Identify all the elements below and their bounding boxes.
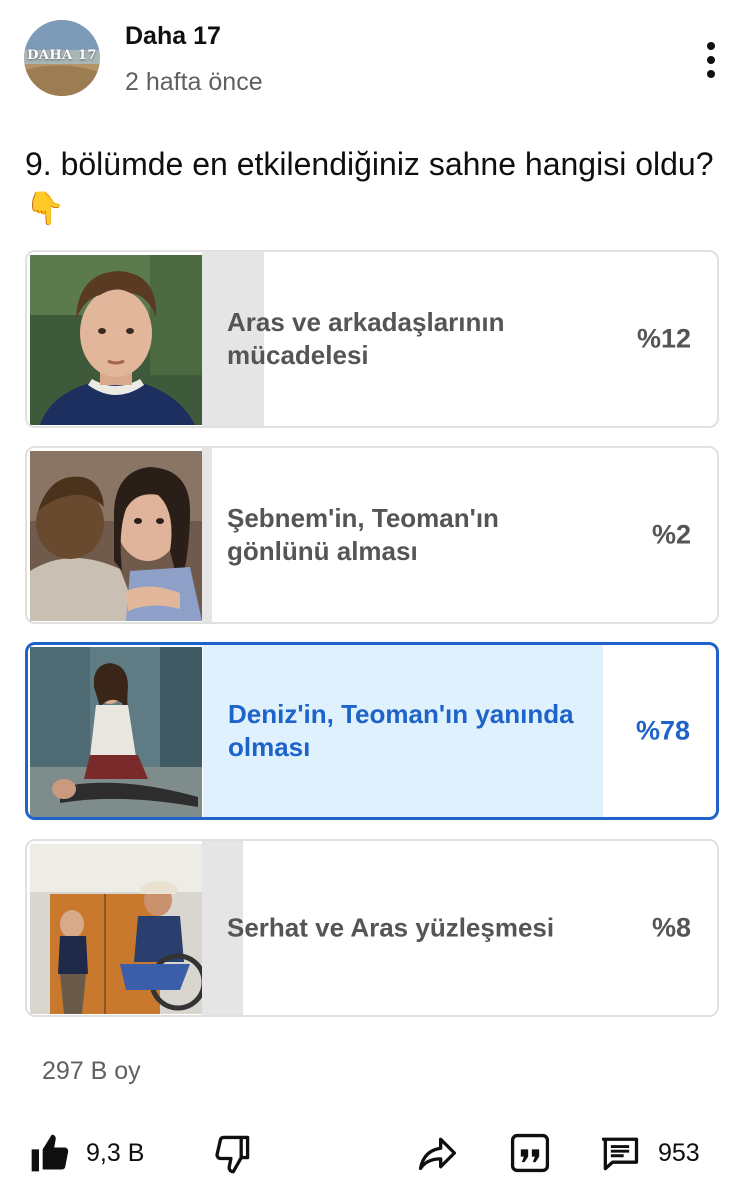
- poll-option[interactable]: Şebnem'in, Teoman'ın gönlünü alması %2: [25, 446, 719, 624]
- poll-option-image: [30, 844, 202, 1014]
- share-button[interactable]: [414, 1125, 460, 1181]
- avatar-logo-text: DAHA 17: [27, 48, 97, 63]
- dislike-button[interactable]: [210, 1125, 254, 1181]
- share-icon: [418, 1137, 457, 1171]
- poll-option-label: Şebnem'in, Teoman'ın gönlünü alması: [227, 503, 499, 566]
- comment-icon: [601, 1137, 639, 1171]
- quote-button[interactable]: [508, 1125, 552, 1181]
- poll-option-label: Aras ve arkadaşlarının mücadelesi: [227, 307, 505, 370]
- poll-option-bar: [202, 448, 212, 622]
- channel-avatar[interactable]: DAHA 17: [24, 20, 100, 96]
- post-header: DAHA 17 Daha 17 2 hafta önce: [0, 0, 745, 110]
- poll-option-label: Deniz'in, Teoman'ın yanında olması: [228, 699, 574, 762]
- thumb-down-icon: [215, 1135, 250, 1174]
- poll-option-percent: %8: [651, 912, 691, 943]
- poll-option-image: [30, 255, 202, 425]
- quote-icon: [510, 1133, 550, 1173]
- poll-option-percent: %78: [635, 715, 690, 746]
- poll-question: 9. bölümde en etkilendiğiniz sahne hangi…: [25, 146, 714, 226]
- like-button[interactable]: 9,3 B: [28, 1125, 144, 1181]
- action-bar: 9,3 B 953: [0, 1125, 745, 1185]
- poll-option-label: Serhat ve Aras yüzleşmesi: [227, 912, 555, 943]
- comment-button[interactable]: 953: [596, 1125, 700, 1181]
- poll-option-percent: %12: [636, 323, 691, 354]
- poll-option[interactable]: Serhat ve Aras yüzleşmesi %8: [25, 839, 719, 1017]
- poll-option-image: [30, 451, 202, 621]
- post-time: 2 hafta önce: [125, 68, 263, 96]
- comment-count: 953: [658, 1138, 700, 1167]
- more-vert-icon[interactable]: [695, 38, 727, 82]
- vote-count: 297 B oy: [42, 1057, 141, 1085]
- poll-option-percent: %2: [651, 519, 691, 550]
- poll-option[interactable]: Aras ve arkadaşlarının mücadelesi %12: [25, 250, 719, 428]
- poll-option-selected[interactable]: Deniz'in, Teoman'ın yanında olması %78: [25, 642, 719, 820]
- poll-option-image: [30, 647, 202, 817]
- like-count: 9,3 B: [86, 1138, 145, 1167]
- thumb-up-icon: [31, 1134, 69, 1172]
- channel-name[interactable]: Daha 17: [125, 22, 221, 51]
